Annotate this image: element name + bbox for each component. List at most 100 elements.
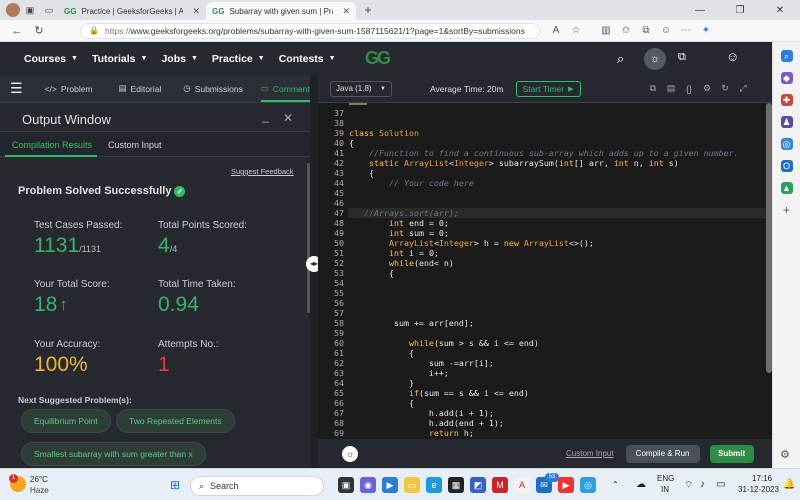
reset-icon[interactable]: ↻ bbox=[716, 83, 734, 94]
user-avatar-icon[interactable]: ☺ bbox=[726, 49, 739, 64]
code-line[interactable]: class Solution bbox=[349, 128, 419, 138]
minimize-panel-icon[interactable]: _ bbox=[262, 109, 269, 123]
settings-icon[interactable]: ⚙ bbox=[698, 83, 716, 94]
code-line[interactable]: while(sum > s && i <= end) bbox=[349, 338, 539, 348]
wifi-icon[interactable]: ⌔ bbox=[684, 479, 693, 492]
tools-icon[interactable]: ✚ bbox=[780, 94, 793, 106]
file-icon[interactable]: ▤ bbox=[662, 83, 680, 94]
gfg-logo[interactable]: GG bbox=[365, 48, 391, 69]
nav-tutorials[interactable]: Tutorials ▼ bbox=[92, 53, 148, 65]
language-code[interactable]: ENG bbox=[657, 474, 674, 483]
brackets-icon[interactable]: {} bbox=[680, 84, 698, 94]
hamburger-menu-icon[interactable]: ☰ bbox=[10, 80, 23, 97]
code-line[interactable]: if(sum == s && i <= end) bbox=[349, 388, 529, 398]
nav-practice[interactable]: Practice ▼ bbox=[212, 53, 265, 65]
code-line[interactable]: i++; bbox=[349, 368, 449, 378]
code-line[interactable]: ArrayList<Integer> h = new ArrayList<>()… bbox=[349, 238, 594, 248]
favorite-star-icon[interactable]: ☆ bbox=[566, 25, 586, 36]
notification-bell-icon[interactable]: 🔔 bbox=[783, 479, 795, 490]
workspaces-icon[interactable]: ▣ bbox=[20, 5, 40, 16]
copilot-icon[interactable]: ✦ bbox=[696, 25, 716, 36]
close-panel-icon[interactable]: ✕ bbox=[283, 111, 293, 125]
app-icon[interactable]: ◩ bbox=[470, 477, 486, 493]
windows-start-icon[interactable]: ⊞ bbox=[167, 477, 183, 493]
code-line[interactable]: int end = 0; bbox=[349, 218, 449, 228]
youtube-icon[interactable]: ▶ bbox=[558, 477, 574, 493]
submit-button[interactable]: Submit bbox=[709, 444, 754, 463]
drop-icon[interactable]: ▲ bbox=[780, 182, 793, 194]
mcafee-icon[interactable]: M bbox=[492, 477, 508, 493]
code-line[interactable]: sum -=arr[i]; bbox=[349, 358, 494, 368]
code-line[interactable]: { bbox=[349, 268, 394, 278]
code-line[interactable]: { bbox=[349, 168, 374, 178]
browser-tab-subarray[interactable]: GG Subarray with given sum | Practic ✕ bbox=[206, 2, 356, 20]
code-line[interactable]: int sum = 0; bbox=[349, 228, 449, 238]
chat-icon[interactable]: ◉ bbox=[360, 477, 376, 493]
split-screen-icon[interactable]: ▥ bbox=[596, 25, 616, 36]
collections-icon[interactable]: ⧉ bbox=[636, 25, 656, 36]
language-select[interactable]: Java (1.8) ▼ bbox=[330, 80, 392, 97]
theme-toggle-icon[interactable]: ☼ bbox=[644, 48, 666, 70]
close-tab-icon[interactable]: ✕ bbox=[192, 6, 200, 17]
tab-compilation-results[interactable]: Compilation Results bbox=[12, 140, 92, 150]
back-icon[interactable]: ← bbox=[6, 25, 28, 37]
fullscreen-icon[interactable]: ⤢ bbox=[734, 83, 752, 94]
nav-contests[interactable]: Contests ▼ bbox=[279, 53, 336, 65]
suggest-feedback-link[interactable]: Suggest Feedback bbox=[231, 167, 294, 176]
shopping-icon[interactable]: ◆ bbox=[780, 72, 793, 84]
code-line[interactable]: int i = 0; bbox=[349, 248, 439, 258]
code-editor[interactable]: 37 38 39 class Solution 40 {41 //Function to … bbox=[318, 103, 772, 439]
code-line[interactable]: } bbox=[349, 378, 414, 388]
store-icon[interactable]: ▦ bbox=[448, 477, 464, 493]
volume-icon[interactable]: ♪ bbox=[700, 479, 705, 490]
zoom-icon[interactable]: ▶ bbox=[382, 477, 398, 493]
minimize-icon[interactable]: — bbox=[680, 5, 720, 16]
code-line[interactable]: sum += arr[end]; bbox=[349, 318, 474, 328]
profile-icon[interactable]: ☺ bbox=[656, 25, 676, 36]
search-icon[interactable]: ⌕ bbox=[780, 50, 793, 62]
clock-time[interactable]: 17:16 bbox=[752, 474, 772, 483]
read-aloud-icon[interactable]: A bbox=[546, 25, 566, 36]
code-line[interactable]: h.add(end + 1); bbox=[349, 418, 504, 428]
sidebar-settings-icon[interactable]: ⚙ bbox=[780, 448, 790, 461]
new-tab-button[interactable]: + bbox=[356, 3, 380, 17]
onedrive-icon[interactable]: ☁ bbox=[636, 479, 646, 490]
code-line[interactable]: static ArrayList<Integer> subarraySum(in… bbox=[349, 158, 679, 168]
code-line[interactable]: { bbox=[349, 398, 414, 408]
search-icon[interactable]: ⌕ bbox=[617, 51, 624, 67]
office-icon[interactable]: ◎ bbox=[780, 138, 793, 150]
games-icon[interactable]: ♟ bbox=[780, 116, 793, 128]
compile-run-button[interactable]: Compile & Run bbox=[625, 444, 700, 463]
chrome-icon[interactable]: ◎ bbox=[580, 477, 596, 493]
add-sidebar-icon[interactable]: + bbox=[781, 204, 793, 216]
file-explorer-icon[interactable]: ▭ bbox=[404, 477, 420, 493]
edge-browser-icon[interactable]: e bbox=[426, 477, 442, 493]
translate-icon[interactable]: ⧉ bbox=[678, 51, 686, 64]
refresh-icon[interactable]: ↻ bbox=[28, 24, 50, 37]
tab-submissions[interactable]: ◷ Submissions bbox=[183, 83, 243, 94]
browser-tab-practice[interactable]: GG Practice | GeeksforGeeks | A com ✕ bbox=[58, 2, 206, 20]
code-line[interactable]: while(end< n) bbox=[349, 258, 454, 268]
code-line[interactable]: //Function to find a continuous sub-arra… bbox=[349, 148, 739, 158]
tab-editorial[interactable]: ▤ Editorial bbox=[119, 83, 162, 94]
task-view-icon[interactable]: ▣ bbox=[338, 477, 354, 493]
start-timer-button[interactable]: Start Timer ▶ bbox=[515, 80, 581, 97]
favorites-icon[interactable]: ✩ bbox=[616, 25, 636, 36]
nav-courses[interactable]: Courses ▼ bbox=[24, 53, 78, 65]
close-tab-icon[interactable]: ✕ bbox=[342, 6, 350, 17]
tab-custom-input[interactable]: Custom Input bbox=[108, 140, 162, 150]
more-menu-icon[interactable]: ⋯ bbox=[676, 25, 696, 36]
code-line[interactable]: return h; bbox=[349, 428, 474, 438]
suggestion-chip[interactable]: Two Repeated Elements bbox=[116, 409, 235, 433]
suggestion-chip[interactable]: Smallest subarray with sum greater than … bbox=[21, 442, 206, 466]
battery-icon[interactable]: ▭ bbox=[716, 479, 725, 490]
code-line[interactable]: //Arrays.sort(arr); bbox=[349, 208, 459, 218]
code-line[interactable]: { bbox=[349, 348, 414, 358]
tab-problem[interactable]: </> Problem bbox=[45, 84, 93, 94]
tab-actions-icon[interactable]: ▭ bbox=[40, 5, 58, 16]
close-window-icon[interactable]: ✕ bbox=[760, 5, 800, 16]
code-line[interactable]: // Your code here bbox=[349, 178, 474, 188]
suggestion-chip[interactable]: Equilibrium Point bbox=[21, 409, 111, 433]
taskbar-search[interactable]: ⌕ Search bbox=[190, 476, 324, 496]
theme-sun-icon[interactable]: ☼ bbox=[342, 445, 358, 462]
